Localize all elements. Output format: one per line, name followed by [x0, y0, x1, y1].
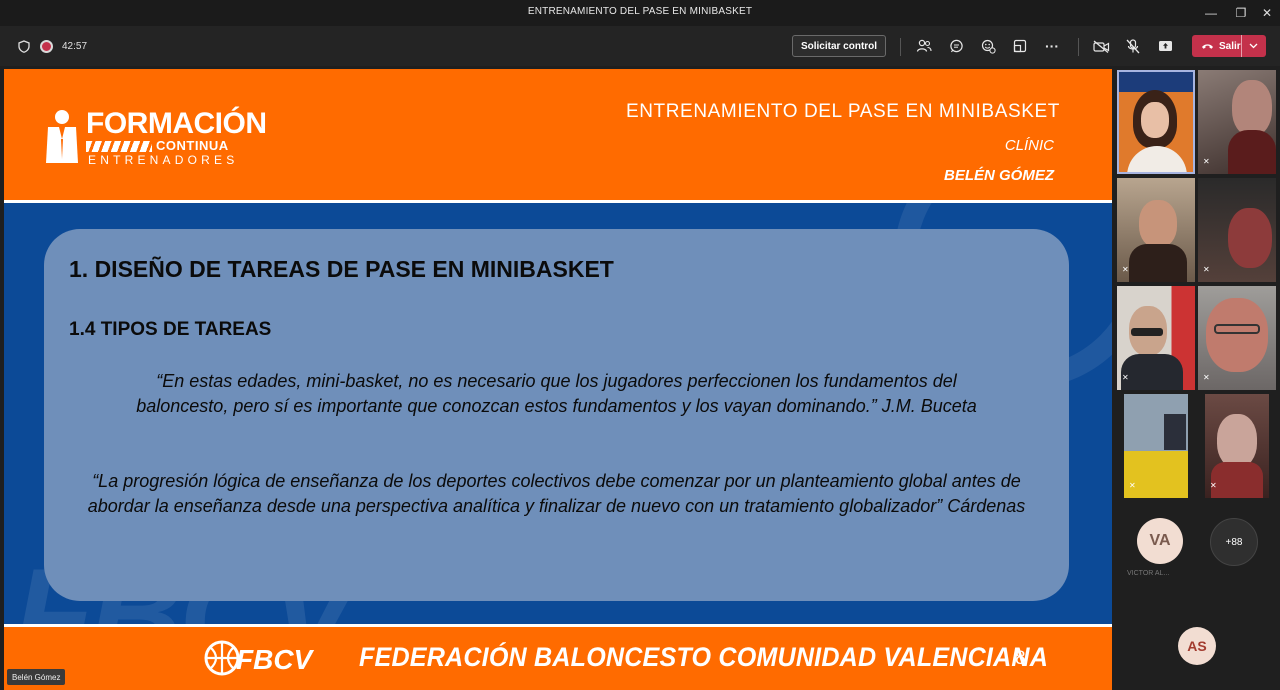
- participant-name-va: VICTOR AL...: [1127, 570, 1170, 577]
- quote-buceta-text: “En estas edades, mini-basket, no es nec…: [136, 371, 977, 416]
- shared-slide: FBCV FORMACIÓN CONTINUA ENTRENADORES ENT…: [4, 69, 1112, 690]
- chevron-down-icon[interactable]: [1240, 35, 1266, 57]
- meeting-timer: 42:57: [62, 40, 88, 52]
- minimize-icon[interactable]: —: [1196, 3, 1226, 23]
- leave-label: Salir: [1219, 40, 1241, 52]
- logo-entrenadores: ENTRENADORES: [88, 153, 239, 167]
- muted-mic-icon: ✕: [1129, 481, 1136, 490]
- participant-avatar-va[interactable]: VA: [1137, 518, 1183, 564]
- share-screen-icon[interactable]: [1154, 37, 1176, 55]
- title-bar: ENTRENAMIENTO DEL PASE EN MINIBASKET — ❐…: [0, 0, 1280, 26]
- muted-mic-icon: ✕: [1210, 481, 1217, 490]
- toolbar-divider: [900, 38, 901, 56]
- participants-icon[interactable]: [914, 37, 934, 55]
- reactions-icon[interactable]: [978, 37, 998, 55]
- camera-off-icon[interactable]: [1090, 37, 1112, 55]
- window-title: ENTRENAMIENTO DEL PASE EN MINIBASKET: [527, 6, 753, 17]
- quote-buceta: “En estas edades, mini-basket, no es nec…: [44, 369, 1069, 419]
- slide-page-number: 8: [1015, 648, 1026, 669]
- fbcv-logo-text: FBCV: [236, 644, 313, 675]
- toolbar-divider: [1078, 38, 1079, 56]
- muted-mic-icon: ✕: [1203, 373, 1210, 382]
- participant-video-tile[interactable]: ✕: [1205, 394, 1269, 498]
- subsection-heading: 1.4 TIPOS DE TAREAS: [69, 319, 272, 340]
- participant-video-tile[interactable]: ✕: [1117, 178, 1195, 282]
- mic-off-icon[interactable]: [1122, 37, 1144, 55]
- meeting-toolbar: 42:57 Solicitar control ··· Salir: [0, 26, 1280, 66]
- participant-video-tile[interactable]: ✕: [1117, 286, 1195, 390]
- federation-name: FEDERACIÓN BALONCESTO COMUNIDAD VALENCIA…: [359, 642, 1049, 672]
- slide-footer: FBCV FEDERACIÓN BALONCESTO COMUNIDAD VAL…: [4, 624, 1112, 690]
- logo-continua: CONTINUA: [156, 138, 229, 153]
- slide-subtitle-author: BELÉN GÓMEZ: [943, 167, 1054, 184]
- phone-hangup-icon: [1202, 44, 1213, 49]
- muted-mic-icon: ✕: [1203, 265, 1210, 274]
- quote-cardenas-text: “La progresión lógica de enseñanza de lo…: [87, 471, 1026, 516]
- participant-avatar-as[interactable]: AS: [1178, 627, 1216, 665]
- footer-divider: [4, 624, 1112, 627]
- muted-mic-icon: ✕: [1122, 373, 1129, 382]
- muted-mic-icon: ✕: [1122, 265, 1129, 274]
- chat-icon[interactable]: [946, 37, 966, 55]
- fbcv-logo: FBCV: [202, 636, 342, 680]
- request-control-button[interactable]: Solicitar control: [792, 35, 886, 57]
- participant-video-tile[interactable]: ✕: [1124, 394, 1188, 498]
- section-heading: 1. DISEÑO DE TAREAS DE PASE EN MINIBASKE…: [69, 256, 614, 282]
- coach-figure-icon: [46, 110, 78, 163]
- leave-button[interactable]: Salir: [1192, 35, 1266, 57]
- participant-video-tile[interactable]: ✕: [1198, 70, 1276, 174]
- more-options-icon[interactable]: ···: [1042, 37, 1062, 55]
- participant-video-tile[interactable]: [1117, 70, 1195, 174]
- slide-content-panel: 1. DISEÑO DE TAREAS DE PASE EN MINIBASKE…: [44, 229, 1069, 601]
- slide-title: ENTRENAMIENTO DEL PASE EN MINIBASKET: [625, 101, 1060, 122]
- quote-cardenas: “La progresión lógica de enseñanza de lo…: [44, 469, 1069, 519]
- formacion-continua-logo: FORMACIÓN CONTINUA ENTRENADORES: [44, 107, 267, 169]
- recording-icon: [38, 38, 54, 54]
- slide-subtitle-clinic: CLÍNIC: [1004, 137, 1054, 154]
- close-icon[interactable]: ✕: [1252, 3, 1280, 23]
- header-divider: [4, 200, 1112, 203]
- logo-formacion: FORMACIÓN: [86, 107, 267, 140]
- more-participants-button[interactable]: +88: [1210, 518, 1258, 566]
- rooms-icon[interactable]: [1010, 37, 1030, 55]
- slide-header: FORMACIÓN CONTINUA ENTRENADORES ENTRENAM…: [4, 69, 1112, 203]
- presenter-name-tag: Belén Gómez: [7, 669, 66, 685]
- muted-mic-icon: ✕: [1203, 157, 1210, 166]
- participant-video-tile[interactable]: ✕: [1198, 178, 1276, 282]
- participant-video-tile[interactable]: ✕: [1198, 286, 1276, 390]
- logo-stripes: [86, 141, 152, 152]
- shield-icon[interactable]: [16, 38, 32, 54]
